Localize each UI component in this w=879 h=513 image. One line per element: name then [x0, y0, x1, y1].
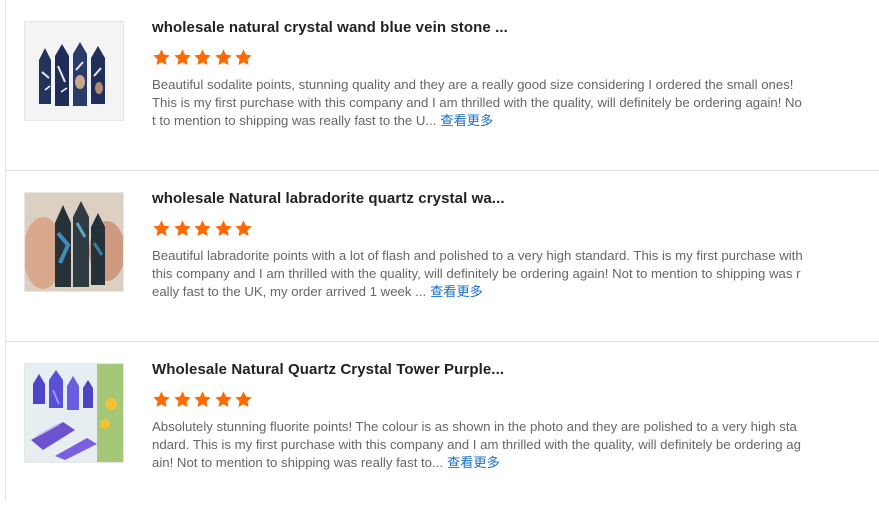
view-more-link[interactable]: 查看更多: [440, 113, 493, 128]
review-text: Beautiful labradorite points with a lot …: [152, 247, 804, 301]
rating-stars: [152, 219, 253, 238]
rating-stars: [152, 390, 253, 409]
review-item: wholesale Natural labradorite quartz cry…: [6, 171, 879, 342]
review-item: wholesale natural crystal wand blue vein…: [6, 0, 879, 171]
product-title[interactable]: wholesale Natural labradorite quartz cry…: [152, 190, 505, 207]
star-icon: [235, 220, 252, 236]
sodalite-points-image: [25, 22, 123, 120]
product-title[interactable]: wholesale natural crystal wand blue vein…: [152, 19, 508, 36]
star-icon: [235, 391, 252, 407]
star-icon: [235, 49, 252, 65]
star-icon: [153, 49, 170, 65]
view-more-link[interactable]: 查看更多: [430, 284, 483, 299]
product-title[interactable]: Wholesale Natural Quartz Crystal Tower P…: [152, 361, 504, 378]
review-text: Beautiful sodalite points, stunning qual…: [152, 76, 804, 130]
product-thumbnail[interactable]: [24, 363, 124, 463]
star-icon: [153, 220, 170, 236]
product-thumbnail[interactable]: [24, 192, 124, 292]
star-icon: [214, 49, 232, 65]
fluorite-points-image: [25, 364, 123, 462]
product-thumbnail[interactable]: [24, 21, 124, 121]
star-icon: [194, 220, 211, 236]
star-icon: [173, 49, 191, 65]
star-icon: [214, 220, 232, 236]
star-icon: [214, 391, 232, 407]
star-icon: [173, 391, 191, 407]
star-icon: [173, 220, 191, 236]
star-icon: [153, 391, 170, 407]
review-item: Wholesale Natural Quartz Crystal Tower P…: [6, 342, 879, 513]
star-icon: [194, 49, 211, 65]
view-more-link[interactable]: 查看更多: [447, 455, 500, 470]
review-text: Absolutely stunning fluorite points! The…: [152, 418, 804, 472]
rating-stars: [152, 48, 253, 67]
star-icon: [194, 391, 211, 407]
review-list: wholesale natural crystal wand blue vein…: [5, 0, 879, 501]
labradorite-points-image: [25, 193, 123, 291]
